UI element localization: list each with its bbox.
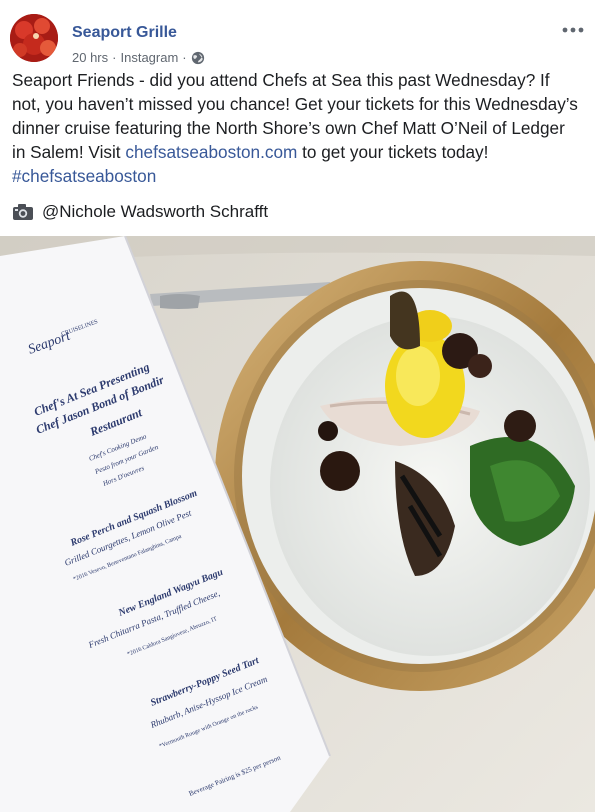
photo-credit: @Nichole Wadsworth Schrafft [12,200,268,224]
facebook-post: Seaport Grille 20 hrs · Instagram · Seap… [0,0,595,812]
meta-separator: · [112,50,117,65]
page-name-link[interactable]: Seaport Grille [72,24,177,42]
hashtag-link[interactable]: #chefsatseaboston [12,166,156,186]
caption-link[interactable]: chefsatseaboston.com [125,142,297,162]
meta-separator: · [182,50,187,65]
globe-icon[interactable] [191,51,205,65]
post-time[interactable]: 20 hrs [72,50,108,65]
credit-text[interactable]: @Nichole Wadsworth Schrafft [42,200,268,224]
caption-text-2: to get your tickets today! [297,142,489,162]
camera-icon [13,204,33,220]
post-photo[interactable]: Seaport CRUISELINES Chef's At Sea Presen… [0,236,595,812]
post-meta: 20 hrs · Instagram · [72,50,205,65]
food-photo: Seaport CRUISELINES Chef's At Sea Presen… [0,236,595,812]
lobster-avatar [10,14,58,62]
post-source[interactable]: Instagram [120,50,178,65]
more-icon[interactable] [561,22,585,38]
post-caption: Seaport Friends - did you attend Chefs a… [12,68,580,188]
post-header: Seaport Grille 20 hrs · Instagram · [10,10,585,65]
page-avatar[interactable] [10,14,58,62]
